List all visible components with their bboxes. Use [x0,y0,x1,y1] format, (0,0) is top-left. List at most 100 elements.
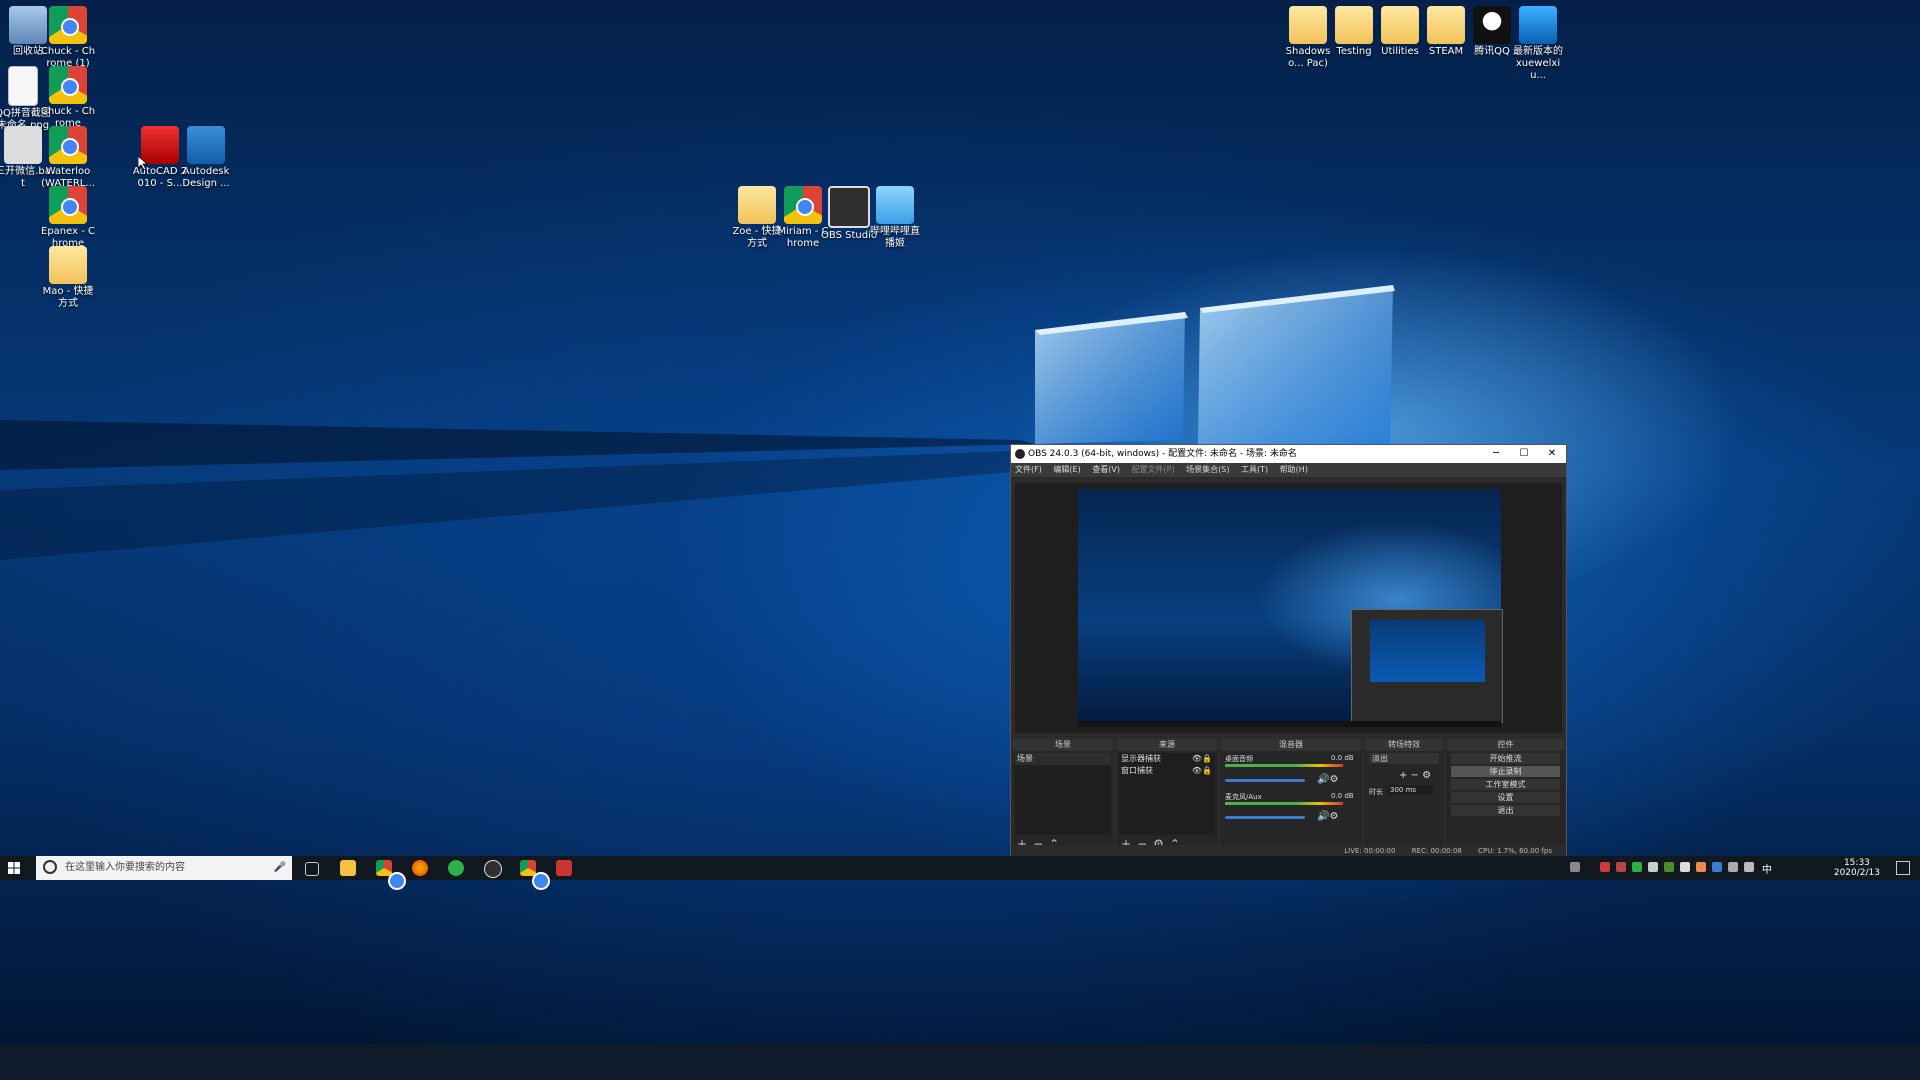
wechat-tray-icon[interactable] [1632,862,1642,872]
wechat-icon[interactable] [448,860,464,876]
settings-button[interactable]: 设置 [1451,792,1560,803]
firefox-icon[interactable] [412,860,428,876]
scene-item[interactable]: 场景 [1015,753,1111,765]
desktop: 回收站 Chuck - Chrome (1) QQ拼音截图未命名.png Chu… [0,0,1920,1044]
menu-scene-collection[interactable]: 场景集合(S) [1186,465,1229,474]
tray-app-icon[interactable] [1680,862,1690,872]
live-time: LIVE: 00:00:00 [1344,847,1396,855]
network-icon[interactable] [1728,862,1738,872]
speaker-gear-icon[interactable]: 🔊⚙ [1317,811,1338,822]
obs-menu-bar: 文件(F) 编辑(E) 查看(V) 配置文件(P) 场景集合(S) 工具(T) … [1011,463,1566,477]
menu-tools[interactable]: 工具(T) [1241,465,1268,474]
sources-dock-title: 来源 [1117,739,1217,751]
controls-dock-title: 控件 [1447,739,1564,751]
volume-icon[interactable] [1744,862,1754,872]
obs-window[interactable]: OBS 24.0.3 (64-bit, windows) - 配置文件: 未命名… [1010,444,1567,858]
icon-label: 最新版本的 xuewelxiu... [1513,46,1563,81]
source-item[interactable]: 显示器捕获 👁🔒 [1119,753,1215,765]
chrome-taskbar-icon[interactable] [376,860,406,890]
onedrive-icon[interactable] [1648,862,1658,872]
audio-meter [1225,764,1343,767]
source-label: 窗口捕获 [1121,766,1153,775]
eye-lock-icon[interactable]: 👁🔒 [1192,765,1212,777]
chrome-icon [784,186,822,224]
windows-start-icon[interactable] [8,862,20,874]
chrome-icon [49,6,87,44]
screen-bottom-bar [0,1044,1920,1080]
xuewei-video-shortcut[interactable]: 最新版本的 xuewelxiu... [1510,6,1566,82]
waterloo-chrome-shortcut[interactable]: Waterloo (WATERL... [40,126,96,190]
tray-app-icon[interactable] [1616,862,1626,872]
image-file-icon [8,66,38,106]
duration-input[interactable]: 300 ms [1387,785,1433,795]
file-explorer-icon[interactable] [340,860,356,876]
minimize-button[interactable]: ─ [1482,445,1510,463]
mixer-channel-db: 0.0 dB [1331,792,1354,800]
menu-edit[interactable]: 编辑(E) [1053,465,1080,474]
volume-slider[interactable] [1225,779,1305,782]
obs-logo-icon [1015,449,1025,459]
controls-dock: 控件 开始推流 停止录制 工作室模式 设置 退出 [1447,739,1564,853]
stop-recording-button[interactable]: 停止录制 [1451,766,1560,777]
tray-app-icon[interactable] [1600,862,1610,872]
volume-slider[interactable] [1225,816,1305,819]
maximize-button[interactable]: ☐ [1510,445,1538,463]
exit-button[interactable]: 退出 [1451,805,1560,816]
menu-profile[interactable]: 配置文件(P) [1132,465,1175,474]
task-view-icon[interactable] [305,862,319,876]
chrome-icon [49,126,87,164]
gear-file-icon [4,126,42,164]
autodesk-design-shortcut[interactable]: Autodesk Design ... [178,126,234,190]
mixer-channel-name: 麦克风/Aux [1225,793,1262,801]
folder-shortcut-icon [738,186,776,224]
chuck-chrome-1-shortcut[interactable]: Chuck - Chrome (1) [40,6,96,70]
speaker-gear-icon[interactable]: 🔊⚙ [1317,774,1338,785]
nvidia-icon[interactable] [1664,862,1674,872]
clock-time: 15:33 [1843,858,1870,868]
folder-icon [1427,6,1465,44]
source-item[interactable]: 窗口捕获 👁🔒 [1119,765,1215,777]
menu-view[interactable]: 查看(V) [1092,465,1120,474]
epanex-chrome-shortcut[interactable]: Epanex - Chrome [40,186,96,250]
transition-select[interactable]: 淡出 [1369,753,1439,764]
taskbar-search-box[interactable]: 在这里输入你要搜索的内容 🎤 [36,856,292,880]
mixer-dock-title: 混音器 [1221,739,1361,751]
folder-icon [1335,6,1373,44]
folder-icon [1289,6,1327,44]
autocad-taskbar-icon[interactable] [556,860,572,876]
bluetooth-icon[interactable] [1712,862,1722,872]
video-file-icon [1519,6,1557,44]
menu-file[interactable]: 文件(F) [1015,465,1042,474]
chuck-chrome-shortcut[interactable]: Chuck - Chrome [40,66,96,130]
transitions-dock: 转场特效 淡出 + − ⚙ 时长 300 ms [1365,739,1443,853]
windows-logo-wallpaper [0,285,1395,560]
audio-meter [1225,802,1343,805]
start-streaming-button[interactable]: 开始推流 [1451,753,1560,764]
bilibili-live-shortcut[interactable]: 哔哩哔哩直播姬 [867,186,923,250]
chrome-icon [49,66,87,104]
icon-label: Mao - 快捷方式 [42,286,94,309]
icon-label: 哔哩哔哩直播姬 [870,226,920,249]
people-icon[interactable] [1570,862,1580,872]
microphone-icon[interactable]: 🎤 [274,856,286,880]
close-button[interactable]: ✕ [1538,445,1566,463]
chrome-taskbar-icon-2[interactable] [520,860,550,890]
system-clock[interactable]: 15:33 2020/2/13 [1834,858,1880,878]
ime-indicator[interactable]: 中 [1762,861,1772,876]
eye-lock-icon[interactable]: 👁🔒 [1192,753,1212,765]
preview-canvas[interactable] [1078,489,1503,727]
obs-title-bar[interactable]: OBS 24.0.3 (64-bit, windows) - 配置文件: 未命名… [1011,445,1566,463]
obs-taskbar-icon[interactable] [484,860,502,878]
tray-app-icon[interactable] [1696,862,1706,872]
studio-mode-button[interactable]: 工作室模式 [1451,779,1560,790]
transition-toolbar[interactable]: + − ⚙ [1399,770,1431,781]
bilibili-live-icon [876,186,914,224]
search-placeholder: 在这里输入你要搜索的内容 [65,862,185,873]
rec-time: REC: 00:00:08 [1411,847,1462,855]
scenes-dock: 场景 场景 +−⌃⌄ [1013,739,1113,853]
action-center-icon[interactable] [1896,861,1910,875]
mao-shortcut[interactable]: Mao - 快捷方式 [40,246,96,310]
folder-shortcut-icon [49,246,87,284]
mixer-channel-name: 桌面音频 [1225,755,1253,763]
menu-help[interactable]: 帮助(H) [1280,465,1308,474]
